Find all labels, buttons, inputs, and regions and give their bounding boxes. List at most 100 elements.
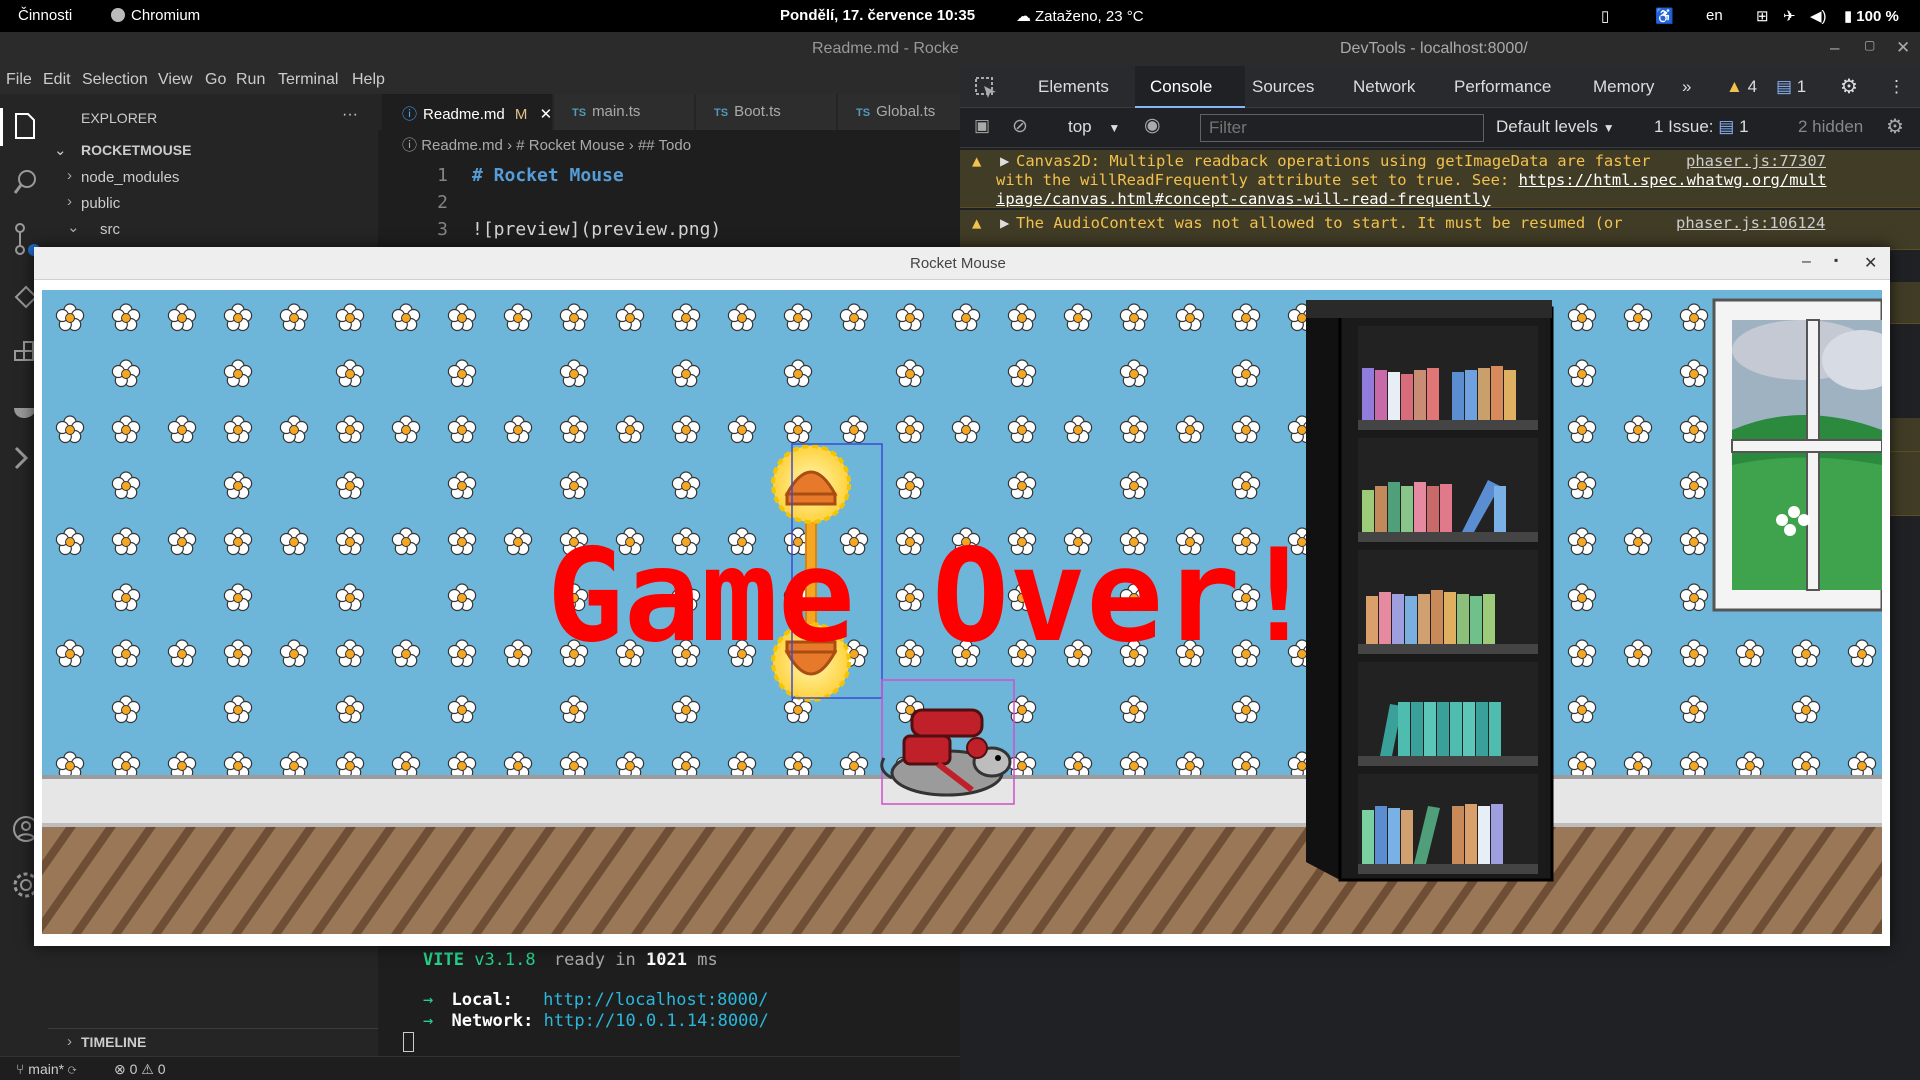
network-url-link[interactable]: http://10.0.1.14:8000/: [544, 1011, 769, 1031]
eye-icon[interactable]: ◉: [1144, 114, 1161, 137]
tree-item-public[interactable]: › public: [48, 192, 378, 214]
cloud-icon: ☁: [1016, 8, 1031, 25]
messages-counter[interactable]: ▤ 1: [1776, 77, 1806, 97]
close-icon[interactable]: ✕: [540, 106, 553, 123]
problems-count[interactable]: ⊗ 0 ⚠ 0: [114, 1061, 166, 1078]
menu-file[interactable]: File: [6, 71, 32, 89]
terminal-cursor: [403, 1032, 414, 1052]
breadcrumb: ⓘ Readme.md › # Rocket Mouse › ## Todo: [402, 134, 691, 156]
local-url-link[interactable]: http://localhost:8000/: [543, 990, 768, 1010]
weather[interactable]: ☁ Zataženo, 23 °C: [1016, 7, 1144, 25]
game-scene: Game Over!: [42, 290, 1882, 934]
tab-main-ts[interactable]: TS main.ts: [554, 94, 694, 130]
tab-performance[interactable]: Performance: [1454, 77, 1551, 97]
inspect-element-icon[interactable]: [974, 76, 998, 100]
more-options-icon[interactable]: ⋮: [1888, 77, 1905, 97]
info-icon: ⓘ: [402, 106, 418, 123]
issues-button[interactable]: 1 Issue: ▤ 1: [1654, 117, 1749, 137]
typescript-icon: TS: [714, 107, 729, 119]
menu-run[interactable]: Run: [236, 71, 265, 89]
spec-link[interactable]: https://html.spec.whatwg.org/mult: [1519, 171, 1827, 189]
app-menu[interactable]: Chromium: [111, 7, 200, 24]
maximize-icon[interactable]: ▪: [1834, 253, 1838, 267]
tab-console[interactable]: Console: [1150, 77, 1212, 97]
tree-item-node-modules[interactable]: › node_modules: [48, 166, 378, 188]
chevron-down-icon: ▼: [1108, 121, 1121, 135]
tab-global-ts[interactable]: TS Global.ts: [838, 94, 960, 130]
chevron-right-icon: ›: [67, 167, 72, 184]
chevron-down-icon: ▼: [1602, 121, 1615, 135]
minimize-icon[interactable]: –: [1802, 253, 1811, 271]
terminal-panel[interactable]: VITE v3.1.8 ready in 1021 ms → Local: ht…: [400, 946, 960, 1056]
menu-view[interactable]: View: [158, 71, 192, 89]
console-warning[interactable]: ▲ ▶ The AudioContext was not allowed to …: [960, 210, 1920, 250]
expand-arrow-icon[interactable]: ▶: [1000, 214, 1009, 233]
close-icon[interactable]: ✕: [1896, 38, 1910, 58]
menu-go[interactable]: Go: [205, 71, 226, 89]
menu-edit[interactable]: Edit: [43, 71, 71, 89]
tab-memory[interactable]: Memory: [1593, 77, 1654, 97]
expand-arrow-icon[interactable]: ▶: [1000, 152, 1009, 171]
chevron-down-icon: ⌄: [67, 219, 80, 236]
tab-sources[interactable]: Sources: [1252, 77, 1314, 97]
breadcrumb-item[interactable]: # Rocket Mouse: [516, 137, 624, 154]
network-icon[interactable]: ⊞: [1756, 7, 1769, 25]
levels-dropdown[interactable]: Default levels ▼: [1496, 117, 1615, 137]
vscode-titlebar: Readme.md - Rocke: [0, 32, 960, 66]
code-line: 2: [437, 192, 448, 213]
clock[interactable]: Pondělí, 17. července 10:35: [780, 7, 975, 24]
clear-console-icon[interactable]: ⊘: [1012, 115, 1028, 138]
more-tabs-icon[interactable]: »: [1682, 77, 1691, 97]
sidebar-toggle-icon[interactable]: ▣: [974, 116, 990, 136]
source-link[interactable]: phaser.js:77307: [1686, 152, 1826, 171]
tab-boot-ts[interactable]: TS Boot.ts: [696, 94, 836, 130]
explorer-more-button[interactable]: ···: [342, 106, 358, 124]
battery-status[interactable]: ▮ 100 %: [1844, 7, 1899, 25]
tab-network[interactable]: Network: [1353, 77, 1415, 97]
console-settings-icon[interactable]: ⚙: [1886, 114, 1904, 139]
search-icon[interactable]: [12, 168, 40, 196]
settings-gear-icon[interactable]: ⚙: [1840, 74, 1858, 99]
status-bar: ⑂ main* ⟳ ⊗ 0 ⚠ 0: [0, 1056, 960, 1080]
timeline-section[interactable]: › TIMELINE: [48, 1028, 378, 1052]
sync-icon: ⟳: [67, 1061, 77, 1077]
tab-readme[interactable]: ⓘ Readme.md M ✕: [382, 94, 552, 130]
project-root[interactable]: ⌄ ROCKETMOUSE: [48, 140, 378, 162]
game-canvas[interactable]: Game Over!: [42, 290, 1882, 934]
system-top-bar: Činnosti Chromium Pondělí, 17. července …: [0, 0, 1920, 32]
game-window: Rocket Mouse – ▪ ✕ Game Over!: [34, 247, 1890, 946]
maximize-icon[interactable]: ▢: [1864, 38, 1875, 52]
volume-icon[interactable]: ◀): [1810, 7, 1827, 25]
spec-link-continued[interactable]: ipage/canvas.html#concept-canvas-will-re…: [996, 190, 1491, 209]
context-selector[interactable]: top ▼: [1068, 117, 1120, 137]
warning-text: The AudioContext was not allowed to star…: [1016, 214, 1623, 232]
chromium-icon: [111, 8, 125, 22]
game-window-titlebar[interactable]: Rocket Mouse – ▪ ✕: [34, 247, 1890, 280]
tab-elements[interactable]: Elements: [1038, 77, 1109, 97]
clipboard-icon[interactable]: ▯: [1601, 7, 1609, 25]
accessibility-icon[interactable]: ♿: [1655, 7, 1674, 25]
close-icon[interactable]: ✕: [1864, 253, 1877, 273]
explorer-title: EXPLORER: [81, 110, 158, 126]
activities-button[interactable]: Činnosti: [18, 7, 72, 24]
tree-item-src[interactable]: ⌄ src: [48, 218, 378, 240]
source-link[interactable]: phaser.js:106124: [1676, 214, 1825, 233]
menu-selection[interactable]: Selection: [82, 71, 148, 89]
minimize-icon[interactable]: –: [1830, 38, 1839, 58]
warnings-counter[interactable]: ▲ 4: [1726, 77, 1757, 97]
message-icon: ▤: [1776, 77, 1793, 96]
console-warning[interactable]: ▲ ▶ Canvas2D: Multiple readback operatio…: [960, 150, 1920, 208]
git-branch[interactable]: ⑂ main* ⟳: [16, 1061, 76, 1077]
editor-tabs: ⓘ Readme.md M ✕ TS main.ts TS Boot.ts TS Glo…: [378, 94, 960, 130]
local-url-line: → Local: http://localhost:8000/: [423, 990, 769, 1010]
breadcrumb-item[interactable]: Readme.md: [421, 137, 503, 154]
menu-help[interactable]: Help: [352, 71, 385, 89]
console-filter-input[interactable]: [1200, 114, 1484, 142]
code-lines[interactable]: 1 # Rocket Mouse 2 3 ![preview](preview.…: [378, 162, 960, 243]
vscode-title: Readme.md - Rocke: [812, 40, 959, 57]
keyboard-layout[interactable]: en: [1706, 7, 1723, 24]
menu-terminal[interactable]: Terminal: [278, 71, 338, 89]
breadcrumb-item[interactable]: ## Todo: [638, 137, 691, 154]
airplane-icon[interactable]: ✈: [1783, 7, 1796, 25]
files-icon[interactable]: [12, 112, 38, 142]
